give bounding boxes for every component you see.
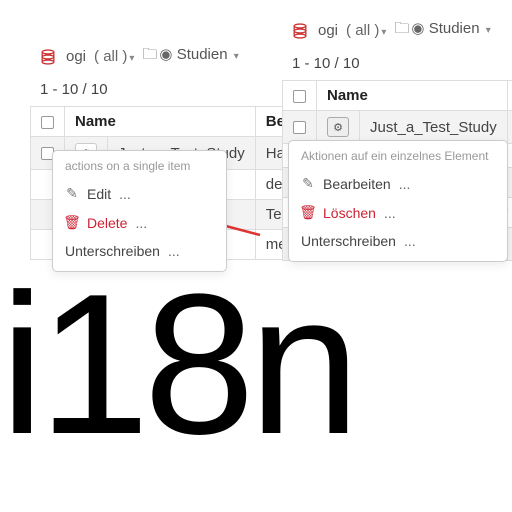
app-logo-icon bbox=[290, 19, 310, 43]
breadcrumb-scope[interactable]: ( all )▾ bbox=[346, 22, 386, 39]
menu-sign[interactable]: Unterschreiben ... bbox=[289, 227, 507, 255]
breadcrumb-scope[interactable]: ( all )▾ bbox=[94, 48, 134, 65]
folder-icon: 🗀 bbox=[142, 44, 157, 69]
pencil-icon: ✎ bbox=[65, 185, 79, 202]
trash-icon: 🗑 bbox=[301, 204, 315, 221]
row-actions-menu: actions on a single item ✎ Edit ... 🗑 De… bbox=[52, 150, 227, 272]
breadcrumb: ogi ( all )▾ 🗀◉ Studien ▾ bbox=[282, 12, 512, 49]
select-all-checkbox[interactable] bbox=[41, 116, 54, 129]
pager: 1 - 10 / 10 bbox=[30, 75, 270, 106]
chevron-down-icon: ▾ bbox=[234, 51, 239, 62]
trash-icon: 🗑 bbox=[65, 214, 79, 231]
col-name[interactable]: Name bbox=[65, 107, 256, 137]
breadcrumb-user[interactable]: ogi bbox=[66, 48, 86, 65]
gear-icon: ⚙ bbox=[333, 121, 343, 134]
chevron-down-icon: ▾ bbox=[381, 27, 386, 38]
app-logo-icon bbox=[38, 45, 58, 69]
breadcrumb-folder[interactable]: 🗀◉ Studien ▾ bbox=[142, 44, 238, 69]
folder-icon: 🗀 bbox=[394, 18, 409, 43]
breadcrumb-user[interactable]: ogi bbox=[318, 22, 338, 39]
row-actions-button[interactable]: ⚙ bbox=[327, 117, 349, 137]
chevron-down-icon: ▾ bbox=[129, 53, 134, 64]
headline: i18n bbox=[0, 270, 354, 460]
row-checkbox[interactable] bbox=[293, 121, 306, 134]
menu-sign[interactable]: Unterschreiben ... bbox=[53, 237, 226, 265]
breadcrumb-folder[interactable]: 🗀◉ Studien ▾ bbox=[394, 18, 490, 43]
table-row[interactable]: ⚙ Just_a_Test_Study Hallo bbox=[283, 111, 512, 144]
breadcrumb: ogi ( all )▾ 🗀◉ Studien ▾ bbox=[30, 38, 270, 75]
menu-header: Aktionen auf ein einzelnes Element bbox=[289, 147, 507, 169]
menu-header: actions on a single item bbox=[53, 157, 226, 179]
menu-delete[interactable]: 🗑 Löschen ... bbox=[289, 198, 507, 227]
menu-edit[interactable]: ✎ Bearbeiten ... bbox=[289, 169, 507, 198]
pager: 1 - 10 / 10 bbox=[282, 49, 512, 80]
col-name[interactable]: Name bbox=[317, 81, 508, 111]
chevron-down-icon: ▾ bbox=[486, 25, 491, 36]
row-actions-menu-de: Aktionen auf ein einzelnes Element ✎ Bea… bbox=[288, 140, 508, 262]
menu-edit[interactable]: ✎ Edit ... bbox=[53, 179, 226, 208]
col-desc[interactable]: Besch bbox=[507, 81, 512, 111]
menu-delete[interactable]: 🗑 Delete ... bbox=[53, 208, 226, 237]
pencil-icon: ✎ bbox=[301, 175, 315, 192]
select-all-checkbox[interactable] bbox=[293, 90, 306, 103]
